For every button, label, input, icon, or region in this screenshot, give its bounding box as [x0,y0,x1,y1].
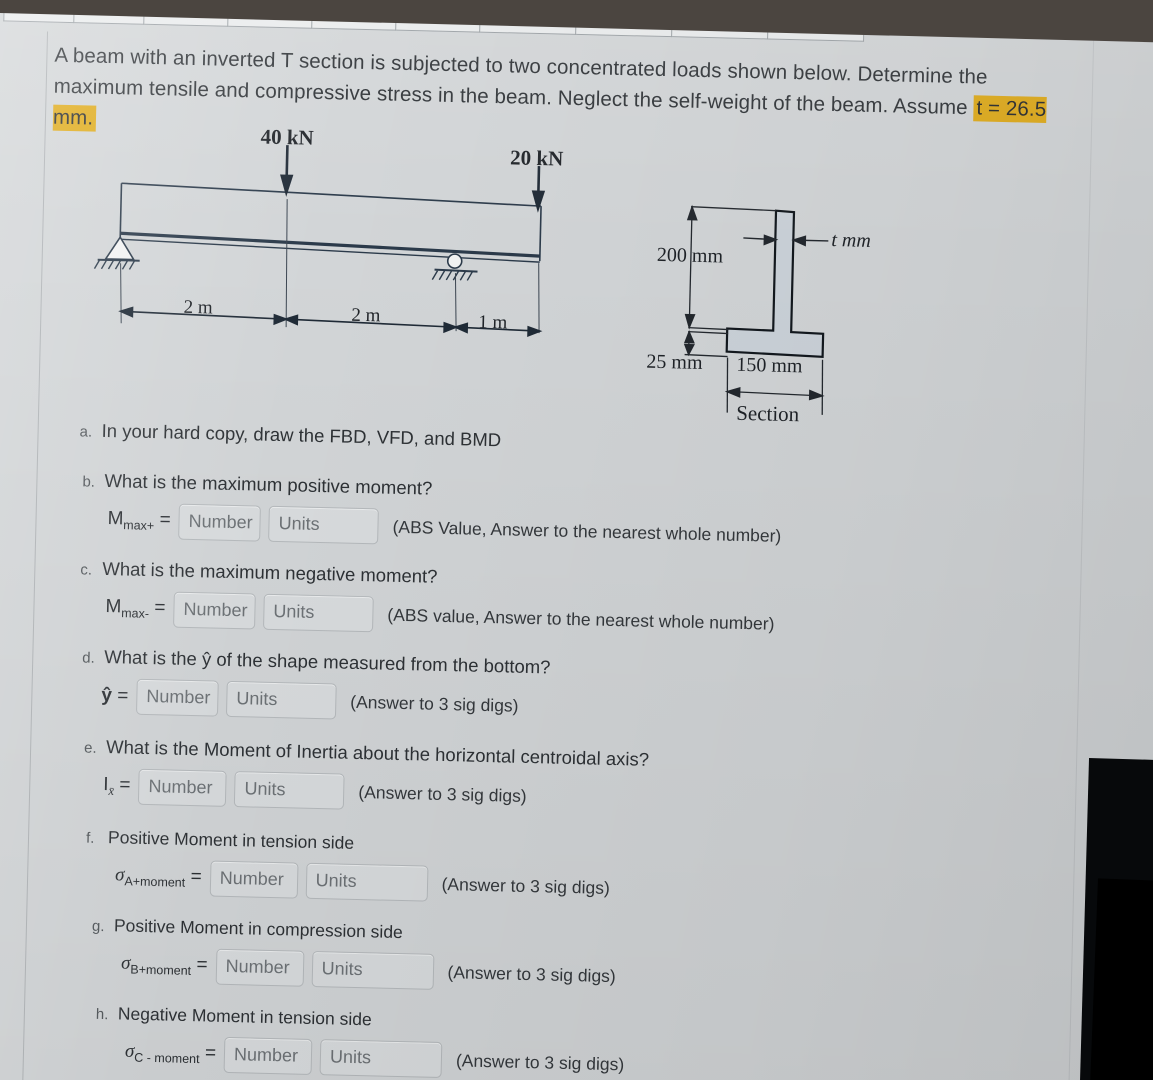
answer-hint: (Answer to 3 sig digs) [350,691,519,716]
question-letter: c. [80,561,93,579]
number-input-g[interactable]: Number [215,948,305,987]
inverted-t-shape [725,209,825,358]
problem-text: A beam with an inverted T section is sub… [53,43,988,120]
symbol-label-ixbar: Ix̄ = [103,773,131,798]
number-input-e[interactable]: Number [138,768,227,807]
dimension-label-2m-right: 2 m [351,304,381,327]
symbol-subscript: C - moment [134,1050,200,1067]
question-text: Positive Moment in compression side [113,915,404,943]
question-item-g: g. Positive Moment in compression side σ… [91,912,1062,1005]
load-arrow-40kn [280,145,294,197]
question-text: What is the maximum positive moment? [104,469,433,499]
units-input-h[interactable]: Units [319,1039,443,1079]
section-diagram: 200 mm 25 mm 150 mm t mm Section [631,185,902,431]
screen-bezel-right-lower [1088,878,1153,1080]
equals-sign: = [154,597,166,619]
number-input-h[interactable]: Number [223,1036,313,1075]
symbol-label-mmax-plus: Mmax+ = [107,508,171,533]
question-text: What is the ŷ of the shape measured from… [104,645,551,678]
answer-hint: (Answer to 3 sig digs) [455,1049,625,1074]
load-arrow-20kn [531,166,546,213]
question-letter: e. [83,739,97,757]
question-list: a. In your hard copy, draw the FBD, VFD,… [56,417,1073,1080]
question-text: Positive Moment in tension side [107,827,355,853]
question-item-c: c. What is the maximum negative moment? … [79,555,1070,648]
question-item-f: f. Positive Moment in tension side σA+mo… [85,824,1064,917]
question-letter: h. [95,1005,109,1024]
page-content: lb/in lb/ft lb/in^2 lb/ft^2 A beam with … [0,0,1153,1080]
answer-hint: (ABS value, Answer to the nearest whole … [387,604,775,634]
question-item-b: b. What is the maximum positive moment? … [81,467,1072,560]
question-item-d: d. What is the ŷ of the shape measured f… [81,643,1068,736]
answer-hint: (Answer to 3 sig digs) [358,781,527,806]
page-left-rule [21,31,49,1080]
pin-support [93,235,140,270]
symbol-subscript: max+ [123,518,155,533]
symbol-subscript: max- [121,606,150,621]
units-input-b[interactable]: Units [268,505,380,545]
section-caption: Section [735,400,800,427]
units-input-e[interactable]: Units [234,771,345,810]
equals-sign: = [117,685,129,707]
number-input-d[interactable]: Number [135,678,219,717]
symbol-label-mmax-minus: Mmax- = [105,596,166,621]
load-label-20kn: 20 kN [509,145,564,171]
section-flange-width-label: 150 mm [736,353,803,378]
units-input-d[interactable]: Units [225,680,337,720]
section-web-thickness-label: t mm [831,228,872,252]
equals-sign: = [119,773,131,796]
question-letter: f. [85,829,95,847]
equals-sign: = [190,866,202,888]
answer-hint: (ABS Value, Answer to the nearest whole … [392,516,782,546]
number-input-b[interactable]: Number [178,503,262,542]
question-text: What is the Moment of Inertia about the … [105,736,650,770]
question-text: What is the maximum negative moment? [102,557,438,587]
number-input-c[interactable]: Number [173,591,256,630]
question-item-h: h. Negative Moment in tension side σC - … [95,1000,1060,1080]
symbol-label-sigma-b: σB+moment = [120,952,208,978]
symbol-label-ybar: ŷ = [101,684,129,707]
units-input-c[interactable]: Units [263,593,374,633]
load-label-40kn: 40 kN [260,124,315,150]
equals-sign: = [204,1042,217,1064]
answer-hint: (Answer to 3 sig digs) [447,961,617,986]
question-item-e: e. What is the Moment of Inertia about t… [83,734,1066,827]
number-input-f[interactable]: Number [209,860,299,899]
symbol-label-sigma-c: σC - moment = [124,1040,217,1067]
beam-diagram: 40 kN 20 kN 2 m 2 m 1 m [88,123,564,354]
symbol-subscript: A+moment [124,874,186,890]
section-height-label: 200 mm [656,243,724,268]
question-letter: d. [82,649,96,667]
units-input-f[interactable]: Units [305,862,429,902]
question-text: Negative Moment in tension side [117,1003,372,1030]
units-input-g[interactable]: Units [311,950,434,990]
section-flange-thickness-label: 25 mm [646,350,703,374]
question-letter: b. [82,473,96,491]
question-item-a: a. In your hard copy, draw the FBD, VFD,… [79,417,1073,468]
equals-sign: = [159,509,171,531]
question-letter: g. [91,917,105,936]
symbol-subscript: x̄ [108,783,115,798]
symbol-label-sigma-a: σA+moment = [114,864,202,890]
dimension-label-2m-left: 2 m [183,296,213,319]
equals-sign: = [196,954,208,976]
answer-hint: (Answer to 3 sig digs) [441,873,611,898]
photographed-screen: lb/in lb/ft lb/in^2 lb/ft^2 A beam with … [0,0,1153,1080]
symbol-subscript: B+moment [130,962,192,978]
question-text: In your hard copy, draw the FBD, VFD, an… [101,419,502,451]
dimension-label-1m: 1 m [478,311,508,334]
question-letter: a. [79,423,93,441]
